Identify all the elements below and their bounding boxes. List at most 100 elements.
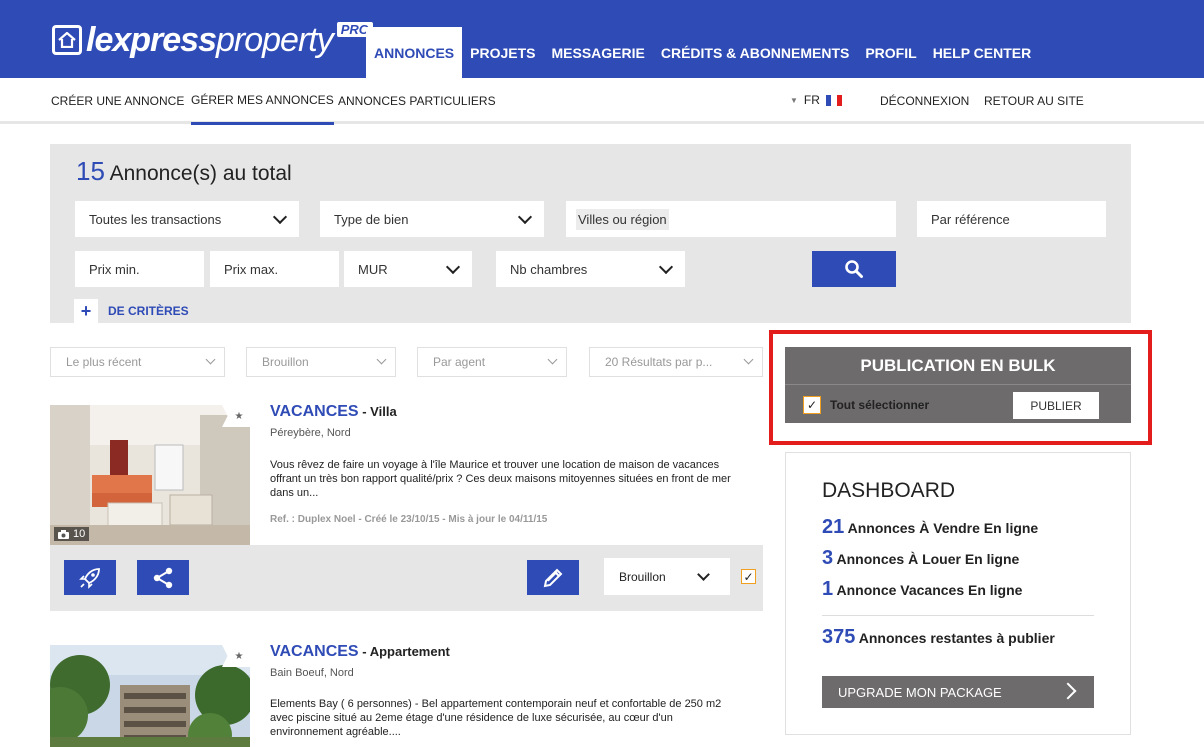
language-label: FR (803, 93, 820, 107)
transactions-select-value: Toutes les transactions (89, 211, 222, 227)
per-page-value: 20 Résultats par p... (605, 355, 713, 369)
publish-button[interactable]: PUBLIER (1013, 392, 1099, 419)
nav-credits[interactable]: CRÉDITS & ABONNEMENTS (653, 27, 858, 78)
location-input-placeholder: Villes ou région (576, 208, 669, 230)
checkbox-checked-icon: ✓ (806, 398, 818, 412)
property-type-select[interactable]: Type de bien (320, 201, 544, 237)
location-input[interactable]: Villes ou région (566, 201, 896, 237)
stat-holiday-count: 1 (822, 578, 834, 600)
total-count-number: 15 (76, 156, 105, 186)
listing-description: Vous rêvez de faire un voyage à l'île Ma… (270, 459, 731, 499)
chevron-down-icon (697, 567, 710, 581)
nav-annonces[interactable]: ANNONCES (366, 27, 463, 78)
stat-remaining-label: Annonces restantes à publier (858, 630, 1055, 646)
listing-status-select[interactable]: Brouillon (604, 558, 730, 595)
price-max-input[interactable]: Prix max. (210, 251, 339, 287)
pencil-icon (543, 568, 563, 587)
nav-help-center[interactable]: HELP CENTER (925, 27, 1040, 78)
chevron-down-icon (743, 354, 754, 365)
listing-photo[interactable]: ★ 10 (50, 405, 250, 545)
price-min-placeholder: Prix min. (89, 261, 140, 277)
back-to-site-link[interactable]: RETOUR AU SITE (984, 78, 1084, 124)
search-button[interactable] (812, 251, 896, 287)
bedrooms-select[interactable]: Nb chambres (496, 251, 685, 287)
camera-icon (58, 529, 69, 539)
currency-select[interactable]: MUR (344, 251, 472, 287)
search-icon (845, 260, 863, 278)
rocket-icon (79, 567, 100, 589)
listing-category: VACANCES (270, 403, 359, 420)
stat-remaining-count: 375 (822, 626, 856, 648)
dashboard-stat-rent[interactable]: 3 Annonces À Louer En ligne (822, 547, 1019, 570)
listing-actions-bar: Brouillon ✓ (50, 545, 763, 611)
stat-rent-count: 3 (822, 547, 834, 569)
listing-title[interactable]: VACANCES - Appartement (270, 643, 450, 661)
price-min-input[interactable]: Prix min. (75, 251, 204, 287)
chevron-down-icon (272, 209, 288, 225)
more-criteria-label: DE CRITÈRES (108, 304, 189, 318)
total-count-label: Annonce(s) au total (109, 162, 292, 185)
edit-button[interactable] (527, 560, 579, 595)
main-nav: ANNONCES PROJETS MESSAGERIE CRÉDITS & AB… (366, 27, 1039, 78)
language-selector[interactable]: ▼ FR (790, 93, 842, 107)
listing-title[interactable]: VACANCES - Villa (270, 403, 397, 421)
listing-type: Villa (370, 404, 397, 419)
chevron-down-icon (445, 259, 461, 275)
caret-down-icon: ▼ (790, 95, 798, 105)
site-logo[interactable]: lexpressproperty PRO (52, 18, 373, 62)
subnav-creer-annonce[interactable]: CRÉER UNE ANNONCE (51, 78, 184, 124)
reference-input[interactable]: Par référence (917, 201, 1106, 237)
select-all-label[interactable]: Tout sélectionner (830, 398, 929, 412)
nav-profil[interactable]: PROFIL (857, 27, 924, 78)
status-filter-select[interactable]: Brouillon (246, 347, 396, 377)
subnav-gerer-annonces[interactable]: GÉRER MES ANNONCES (191, 78, 334, 125)
agent-filter-select[interactable]: Par agent (417, 347, 567, 377)
listing-status-value: Brouillon (619, 569, 666, 584)
dashboard-stat-sale[interactable]: 21 Annonces À Vendre En ligne (822, 516, 1038, 539)
select-all-checkbox[interactable]: ✓ (803, 396, 821, 414)
subnav-annonces-particuliers[interactable]: ANNONCES PARTICULIERS (338, 78, 496, 124)
chevron-down-icon (376, 354, 387, 365)
listing-location: Péreybère, Nord (270, 427, 351, 439)
more-criteria-toggle[interactable]: + DE CRITÈRES (74, 299, 189, 323)
listing-location: Bain Boeuf, Nord (270, 667, 354, 679)
listing-description: Elements Bay ( 6 personnes) - Bel appart… (270, 698, 722, 738)
dashboard-stat-holiday[interactable]: 1 Annonce Vacances En ligne (822, 578, 1022, 601)
chevron-down-icon (517, 209, 533, 225)
logout-link[interactable]: DÉCONNEXION (880, 78, 969, 124)
photo-count-badge: 10 (54, 527, 90, 541)
french-flag-icon (825, 94, 842, 106)
listing-photo[interactable]: ★ (50, 645, 250, 747)
dashboard-panel: DASHBOARD 21 Annonces À Vendre En ligne … (785, 452, 1131, 735)
transactions-select[interactable]: Toutes les transactions (75, 201, 299, 237)
sort-order-select[interactable]: Le plus récent (50, 347, 225, 377)
boost-button[interactable] (64, 560, 116, 595)
nav-messagerie[interactable]: MESSAGERIE (543, 27, 652, 78)
chevron-down-icon (547, 354, 558, 365)
listing-select-checkbox[interactable]: ✓ (741, 569, 756, 584)
agent-filter-value: Par agent (433, 355, 486, 369)
share-button[interactable] (137, 560, 189, 595)
upgrade-package-button[interactable]: UPGRADE MON PACKAGE (822, 676, 1094, 708)
share-icon (153, 567, 173, 588)
divider (822, 615, 1094, 616)
sub-nav: CRÉER UNE ANNONCE GÉRER MES ANNONCES ANN… (0, 78, 1204, 125)
upgrade-package-label: UPGRADE MON PACKAGE (838, 684, 1002, 700)
price-max-placeholder: Prix max. (224, 261, 279, 277)
stat-holiday-label: Annonce Vacances En ligne (836, 582, 1023, 598)
photo-count: 10 (73, 528, 86, 540)
stat-sale-label: Annonces À Vendre En ligne (847, 520, 1039, 536)
dashboard-title: DASHBOARD (822, 479, 956, 502)
stat-rent-label: Annonces À Louer En ligne (836, 551, 1020, 567)
sort-order-value: Le plus récent (66, 355, 142, 369)
chevron-down-icon (205, 354, 216, 365)
property-type-select-value: Type de bien (334, 211, 409, 227)
reference-input-placeholder: Par référence (931, 211, 1010, 227)
nav-projets[interactable]: PROJETS (462, 27, 543, 78)
per-page-select[interactable]: 20 Résultats par p... (589, 347, 763, 377)
checkbox-checked-icon: ✓ (743, 569, 754, 584)
chevron-right-icon (1059, 682, 1077, 700)
stat-sale-count: 21 (822, 516, 845, 538)
logo-wordmark: lexpressproperty (86, 21, 334, 59)
listing-meta: Ref. : Duplex Noel - Créé le 23/10/15 - … (270, 514, 548, 525)
